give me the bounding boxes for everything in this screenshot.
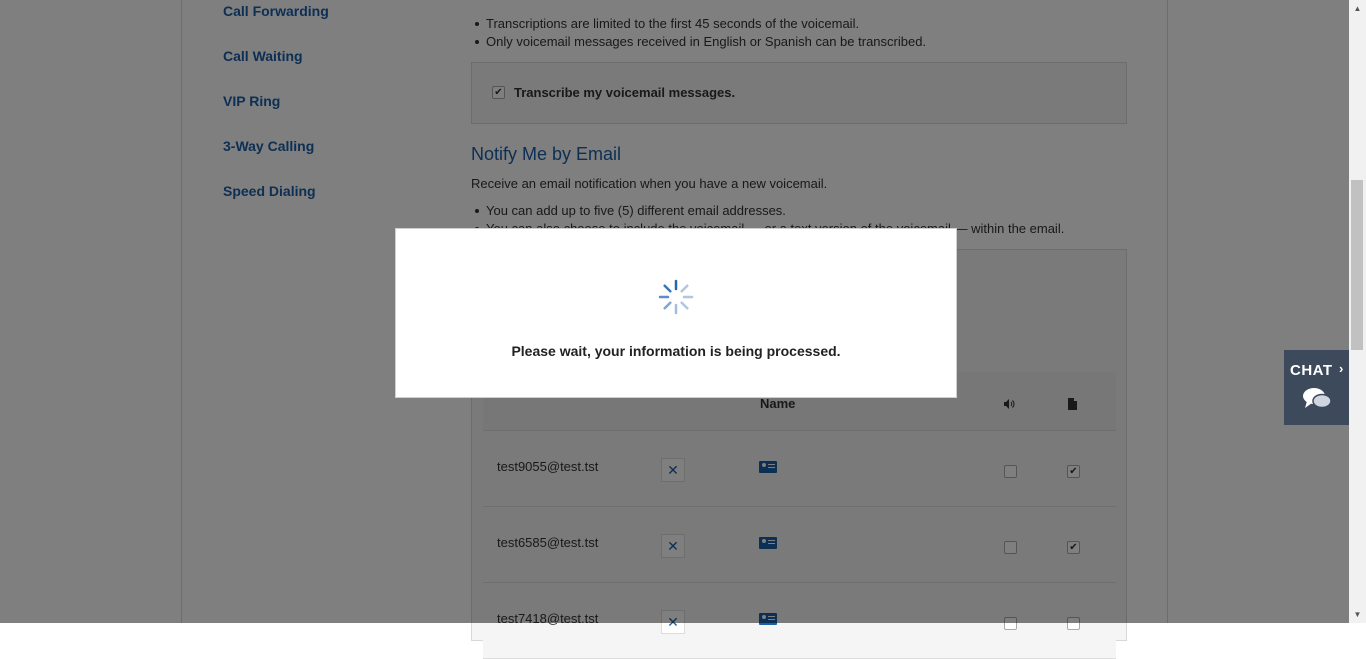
loading-message: Please wait, your information is being p… — [511, 343, 841, 359]
loading-dialog: Please wait, your information is being p… — [395, 228, 957, 398]
scroll-down-arrow-icon[interactable]: ▼ — [1349, 606, 1366, 623]
chat-button[interactable]: CHAT › — [1284, 350, 1349, 425]
chat-bubble-icon — [1303, 388, 1332, 409]
chevron-right-icon: › — [1339, 361, 1344, 376]
chat-label: CHAT — [1290, 362, 1333, 379]
loading-spinner-icon — [658, 279, 694, 315]
scroll-up-arrow-icon[interactable]: ▲ — [1349, 0, 1366, 17]
scrollbar-thumb[interactable] — [1351, 180, 1363, 350]
vertical-scrollbar[interactable]: ▲ ▼ — [1349, 0, 1366, 623]
